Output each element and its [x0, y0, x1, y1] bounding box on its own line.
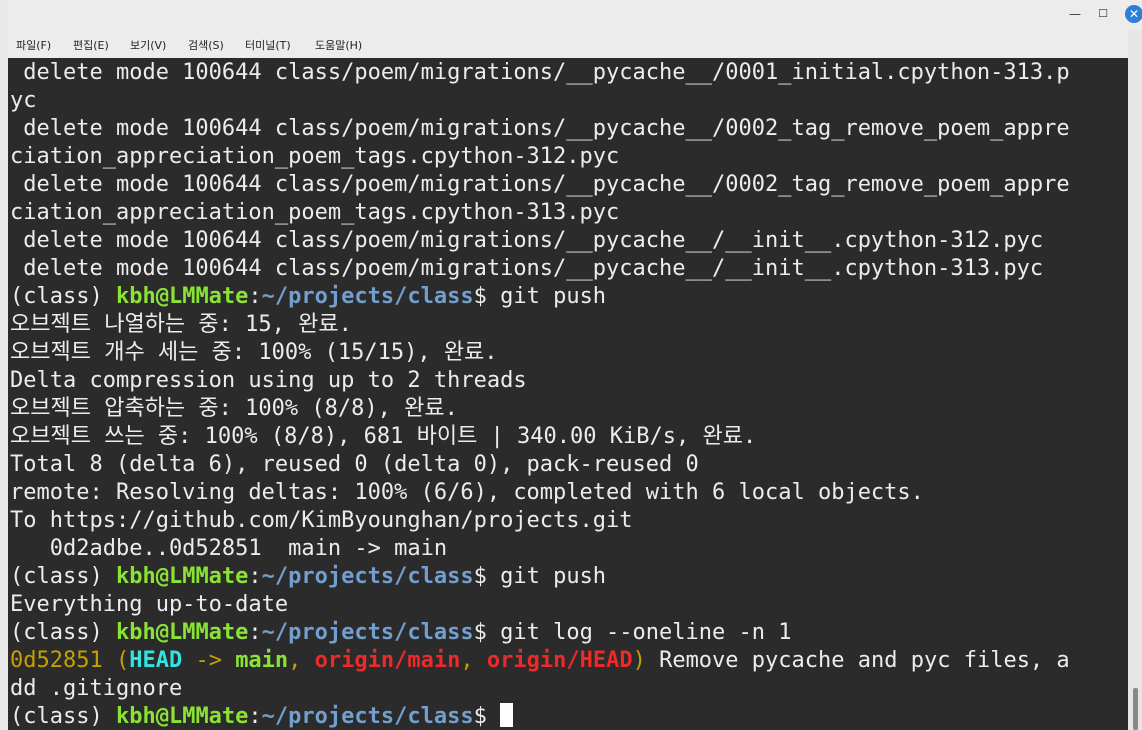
- terminal-output[interactable]: delete mode 100644 class/poem/migrations…: [8, 58, 1128, 730]
- menu-search[interactable]: 검색(S): [188, 37, 224, 53]
- prompt-colon: :: [248, 620, 262, 645]
- output-line: delete mode 100644 class/poem/migrations…: [10, 228, 1044, 253]
- menu-help[interactable]: 도움말(H): [315, 37, 362, 53]
- menu-bar: 파일(F) 편집(E) 보기(V) 검색(S) 터미널(T) 도움말(H): [8, 30, 1128, 58]
- output-line: Everything up-to-date: [10, 592, 289, 617]
- prompt-env: (class): [10, 704, 116, 729]
- output-line: delete mode 100644 class/poem/migrations…: [10, 256, 1044, 281]
- output-line: To https://github.com/KimByounghan/proje…: [10, 508, 633, 533]
- commit-message: Remove pycache and pyc files, a: [645, 648, 1070, 673]
- prompt-line: (class) kbh@LMMate:~/projects/class$: [10, 703, 514, 730]
- vertical-scrollbar[interactable]: [1128, 58, 1142, 730]
- output-line: 오브젝트 개수 세는 중: 100% (15/15), 완료.: [10, 340, 498, 365]
- prompt-userhost: kbh@LMMate: [115, 620, 249, 645]
- prompt-line: (class) kbh@LMMate:~/projects/class$ git…: [10, 619, 792, 647]
- commit-hash: 0d52851: [10, 648, 103, 673]
- command-text: git log --oneline -n 1: [500, 620, 792, 645]
- terminal-window: — ☐ ✕ 파일(F) 편집(E) 보기(V) 검색(S) 터미널(T) 도움말…: [0, 0, 1142, 730]
- output-line: 오브젝트 압축하는 중: 100% (8/8), 완료.: [10, 396, 458, 421]
- prompt-colon: :: [248, 284, 262, 309]
- prompt-userhost: kbh@LMMate: [115, 564, 249, 589]
- minimize-icon[interactable]: —: [1065, 4, 1085, 24]
- text-cursor: [500, 703, 514, 727]
- ref-separator: ,: [288, 648, 315, 673]
- prompt-symbol: $: [473, 620, 501, 645]
- prompt-path: ~/projects/class: [261, 564, 474, 589]
- prompt-symbol: $: [473, 284, 501, 309]
- prompt-colon: :: [248, 564, 262, 589]
- title-bar[interactable]: — ☐ ✕: [8, 0, 1142, 30]
- prompt-line: (class) kbh@LMMate:~/projects/class$ git…: [10, 563, 606, 591]
- menu-file[interactable]: 파일(F): [16, 37, 51, 53]
- output-line: delete mode 100644 class/poem/migrations…: [10, 172, 1070, 197]
- output-line: Delta compression using up to 2 threads: [10, 368, 527, 393]
- command-text: git push: [500, 564, 607, 589]
- output-line: Total 8 (delta 6), reused 0 (delta 0), p…: [10, 452, 699, 477]
- ref-close-paren: ): [632, 648, 646, 673]
- ref-origin-head: origin/HEAD: [486, 648, 633, 673]
- menu-edit[interactable]: 편집(E): [73, 37, 109, 53]
- output-line: ciation_appreciation_poem_tags.cpython-3…: [10, 200, 620, 225]
- ref-head: HEAD: [129, 648, 183, 673]
- ref-open-paren: (: [102, 648, 130, 673]
- prompt-env: (class): [10, 284, 116, 309]
- output-line: 오브젝트 쓰는 중: 100% (8/8), 681 바이트 | 340.00 …: [10, 424, 757, 449]
- menu-view[interactable]: 보기(V): [130, 37, 166, 53]
- prompt-env: (class): [10, 620, 116, 645]
- commit-message-continuation: dd .gitignore: [10, 676, 183, 701]
- prompt-symbol: $: [473, 704, 501, 729]
- prompt-env: (class): [10, 564, 116, 589]
- output-line: 오브젝트 나열하는 중: 15, 완료.: [10, 312, 352, 337]
- menu-terminal[interactable]: 터미널(T): [245, 37, 291, 53]
- prompt-path: ~/projects/class: [261, 704, 474, 729]
- ref-origin-main: origin/main: [314, 648, 461, 673]
- output-line: ciation_appreciation_poem_tags.cpython-3…: [10, 144, 620, 169]
- git-log-line: 0d52851 (HEAD -> main, origin/main, orig…: [10, 647, 1070, 675]
- prompt-colon: :: [248, 704, 262, 729]
- ref-separator: ,: [460, 648, 487, 673]
- scrollbar-thumb[interactable]: [1133, 688, 1138, 730]
- output-line: remote: Resolving deltas: 100% (6/6), co…: [10, 480, 924, 505]
- desktop-edge: [0, 0, 8, 730]
- ref-arrow: ->: [182, 648, 236, 673]
- prompt-symbol: $: [473, 564, 501, 589]
- maximize-icon[interactable]: ☐: [1093, 4, 1113, 24]
- prompt-path: ~/projects/class: [261, 620, 474, 645]
- close-icon[interactable]: ✕: [1125, 5, 1142, 23]
- ref-branch: main: [235, 648, 289, 673]
- prompt-path: ~/projects/class: [261, 284, 474, 309]
- output-line: delete mode 100644 class/poem/migrations…: [10, 60, 1070, 85]
- command-text: git push: [500, 284, 607, 309]
- output-line: 0d2adbe..0d52851 main -> main: [10, 536, 448, 561]
- output-line: yc: [10, 88, 37, 113]
- prompt-line: (class) kbh@LMMate:~/projects/class$ git…: [10, 283, 606, 311]
- output-line: delete mode 100644 class/poem/migrations…: [10, 116, 1070, 141]
- prompt-userhost: kbh@LMMate: [115, 284, 249, 309]
- prompt-userhost: kbh@LMMate: [115, 704, 249, 729]
